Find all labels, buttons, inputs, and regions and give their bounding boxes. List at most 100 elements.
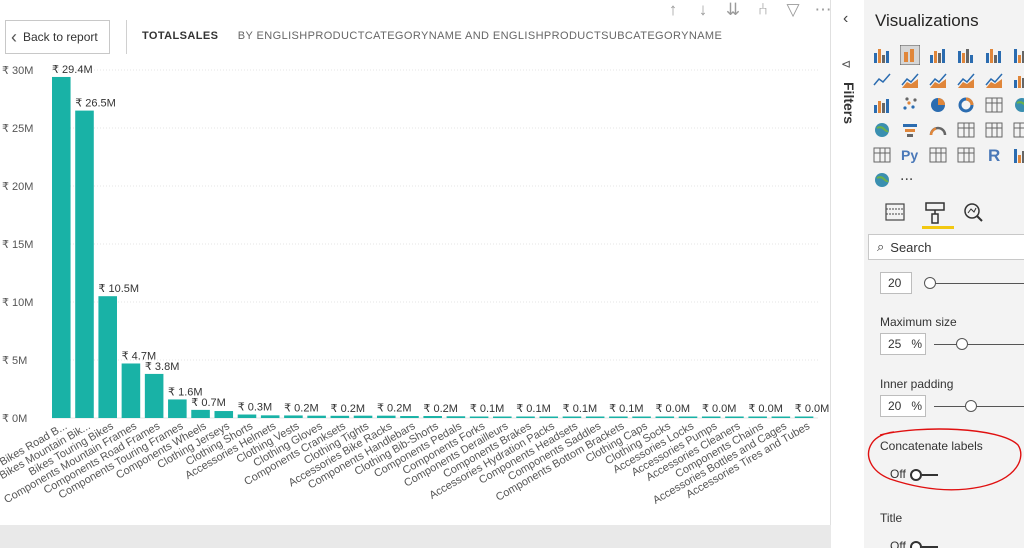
bar (678, 416, 698, 418)
svg-text:R: R (988, 146, 1000, 165)
minimum-size-value: 20 (888, 276, 902, 290)
minimum-size-input[interactable]: 20 (880, 272, 912, 294)
bar (771, 416, 791, 418)
kpi-icon[interactable] (1012, 120, 1024, 140)
stacked-bar-100-icon[interactable] (928, 45, 948, 65)
toggle-switch-icon (909, 541, 938, 548)
analytics-magnifier-icon[interactable] (964, 203, 983, 222)
inner-padding-value: 20 (888, 399, 902, 413)
maximum-size-input[interactable]: 25 % (880, 333, 926, 355)
waterfall-icon[interactable] (1012, 70, 1024, 90)
area-chart-icon[interactable] (900, 70, 920, 90)
stacked-column-100-icon[interactable] (984, 45, 1004, 65)
bar (655, 416, 675, 418)
inner-padding-unit: % (911, 399, 923, 413)
data-label: ₹ 0.2M (284, 402, 319, 414)
line-chart-icon[interactable] (872, 70, 892, 90)
bar-chart: ₹ 0M ₹ 5M ₹ 10M ₹ 15M ₹ 20M ₹ 25M ₹ 30M ₹ 29.4M… (0, 64, 829, 507)
bar (446, 416, 466, 418)
maximum-size-slider-handle[interactable] (956, 338, 968, 350)
pie-chart-icon[interactable] (928, 95, 948, 115)
bar (75, 110, 94, 418)
more-visuals-button[interactable]: ... (900, 167, 913, 185)
data-label: ₹ 26.5M (75, 98, 116, 110)
maximum-size-slider-track[interactable] (934, 344, 1024, 345)
bar (400, 416, 419, 418)
filter-funnel-icon[interactable]: ⊲ (841, 57, 851, 71)
stacked-bar-chart-icon[interactable] (872, 45, 892, 65)
bar (52, 76, 71, 419)
ribbon-chart-icon[interactable] (872, 95, 892, 115)
inner-padding-slider-handle[interactable] (965, 400, 977, 412)
y-tick-label: ₹ 20M (2, 181, 33, 193)
bar (307, 415, 326, 418)
globe-map-icon[interactable] (872, 170, 892, 190)
inner-padding-input[interactable]: 20 % (880, 395, 926, 417)
data-label: ₹ 0.2M (331, 403, 366, 415)
bar (609, 416, 628, 418)
slicer-icon[interactable] (872, 145, 892, 165)
matrix-icon[interactable] (956, 145, 976, 165)
bar (748, 416, 767, 418)
search-placeholder: Search (890, 239, 932, 255)
chevron-left-icon[interactable]: ‹ (843, 10, 848, 28)
map-icon[interactable] (1012, 95, 1024, 115)
key-influencers-icon[interactable] (1012, 145, 1024, 165)
data-label: ₹ 0.1M (563, 403, 598, 415)
data-label: ₹ 29.4M (52, 64, 93, 76)
treemap-icon[interactable] (984, 95, 1004, 115)
line-stacked-column-icon[interactable] (984, 70, 1004, 90)
funnel-icon[interactable] (900, 120, 920, 140)
bar (585, 416, 605, 418)
y-tick-label: ₹ 15M (2, 239, 33, 251)
bar (330, 415, 350, 418)
format-paint-roller-icon[interactable] (925, 202, 945, 224)
search-input[interactable]: ⌕ Search (868, 234, 1024, 260)
filled-map-icon[interactable] (872, 120, 892, 140)
stacked-area-chart-icon[interactable] (928, 70, 948, 90)
bar (562, 416, 582, 418)
bar (284, 415, 303, 418)
bar (144, 373, 164, 418)
line-clustered-column-icon[interactable] (956, 70, 976, 90)
red-annotation-circle (867, 428, 1022, 491)
data-label: ₹ 0.1M (609, 403, 644, 415)
donut-chart-icon[interactable] (956, 95, 976, 115)
clustered-column-chart-icon[interactable] (899, 44, 921, 66)
y-tick-label: ₹ 25M (2, 123, 33, 135)
inner-padding-label: Inner padding (880, 377, 954, 391)
bar (237, 414, 257, 418)
bar (516, 416, 535, 418)
bar (168, 399, 187, 418)
active-tab-indicator (922, 226, 954, 229)
bar (632, 416, 651, 418)
bar (353, 415, 373, 418)
bar (376, 415, 396, 418)
table-icon[interactable] (928, 145, 948, 165)
card-icon[interactable] (956, 120, 976, 140)
multi-row-card-icon[interactable] (984, 120, 1004, 140)
maximum-size-value: 25 (888, 337, 902, 351)
clustered-bar-icon[interactable] (956, 45, 976, 65)
python-visual-icon[interactable]: Py (900, 145, 920, 165)
svg-text:Py: Py (901, 147, 918, 163)
minimum-size-slider-track[interactable] (930, 283, 1024, 284)
maximum-size-label: Maximum size (880, 315, 957, 329)
data-label: ₹ 0.1M (470, 403, 505, 415)
filters-tab[interactable]: Filters (833, 82, 863, 142)
y-tick-label: ₹ 0M (2, 413, 27, 425)
filters-label: Filters (841, 82, 857, 125)
r-visual-icon[interactable]: R (984, 145, 1004, 165)
bar (493, 416, 512, 418)
title-toggle[interactable]: Off (890, 539, 938, 548)
inner-padding-slider-track[interactable] (934, 406, 1024, 407)
data-label: ₹ 0.1M (516, 403, 551, 415)
fields-icon[interactable] (885, 203, 905, 221)
bar (794, 416, 814, 418)
data-label: ₹ 0.7M (191, 397, 226, 409)
data-label: ₹ 0.3M (238, 402, 273, 414)
scatter-chart-icon[interactable] (900, 95, 920, 115)
minimum-size-slider-handle[interactable] (924, 277, 936, 289)
column-ribbon-icon[interactable] (1012, 45, 1024, 65)
gauge-icon[interactable] (928, 120, 948, 140)
